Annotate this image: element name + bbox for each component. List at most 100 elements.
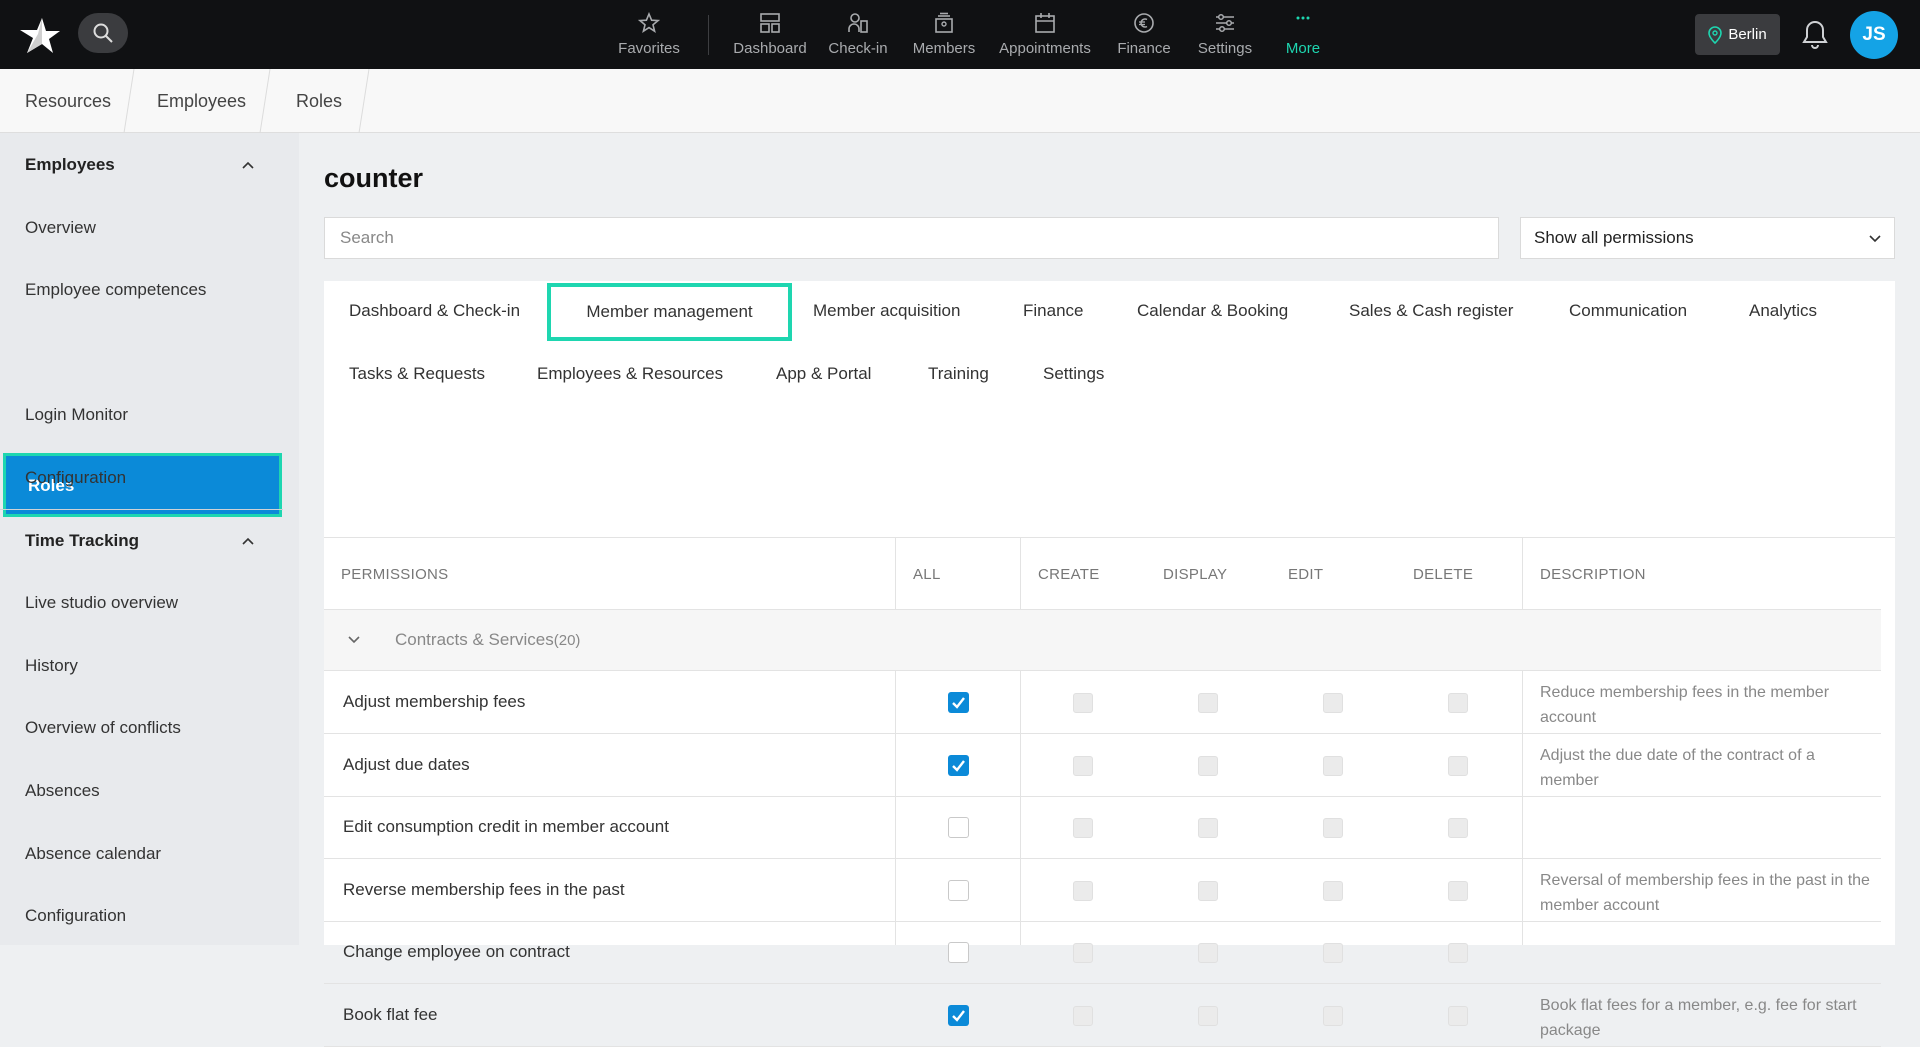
sidebar-item-absence-calendar[interactable]: Absence calendar [25,844,161,864]
delete-checkbox[interactable] [1448,818,1468,838]
sidebar-item-overview-of-conflicts[interactable]: Overview of conflicts [25,718,181,738]
tab-member-management[interactable]: Member management [547,283,792,341]
permission-name: Change employee on contract [343,942,570,961]
nav-finance[interactable]: Finance [1103,0,1185,69]
tab-training[interactable]: Training [928,364,989,384]
tab-settings[interactable]: Settings [1043,364,1104,384]
edit-checkbox[interactable] [1323,943,1343,963]
delete-checkbox[interactable] [1448,943,1468,963]
user-avatar[interactable]: JS [1850,11,1898,59]
create-checkbox[interactable] [1073,693,1093,713]
nav-more[interactable]: More [1265,0,1341,69]
main-content: counter Show all permissions Dashboard &… [299,133,1920,1047]
permission-group-row[interactable]: Contracts & Services(20) [324,609,1881,671]
nav-appointments[interactable]: Appointments [987,0,1103,69]
tab-member-management-label: Member management [586,302,753,321]
tab-sales-cash-register[interactable]: Sales & Cash register [1349,301,1513,321]
create-checkbox[interactable] [1073,880,1093,901]
breadcrumb-employees[interactable]: Employees [157,69,246,133]
display-checkbox[interactable] [1198,818,1218,838]
delete-checkbox[interactable] [1448,693,1468,713]
display-checkbox[interactable] [1198,1005,1218,1026]
breadcrumb-roles[interactable]: Roles [296,69,342,133]
group-name: Contracts & Services [395,630,554,649]
sidebar-item-history[interactable]: History [25,656,78,676]
nav-checkin-label: Check-in [828,40,888,57]
nav-dashboard[interactable]: Dashboard [725,0,815,69]
tab-finance[interactable]: Finance [1023,301,1083,321]
sidebar-item-configuration[interactable]: Configuration [25,468,126,488]
global-search-button[interactable] [78,13,128,53]
table-row: Change employee on contract [324,922,1881,984]
location-label: Berlin [1728,26,1767,43]
avatar-initials: JS [1862,24,1886,45]
nav-settings[interactable]: Settings [1185,0,1265,69]
tab-dashboard-checkin[interactable]: Dashboard & Check-in [349,301,520,321]
chevron-up-icon[interactable] [240,533,256,549]
sidebar-item-live-studio-overview[interactable]: Live studio overview [25,593,178,613]
table-row: Book flat fee Book flat fees for a member… [324,985,1881,1047]
sidebar-section-time-tracking[interactable]: Time Tracking [25,531,139,551]
tab-member-acquisition[interactable]: Member acquisition [813,301,960,321]
column-header-delete: DELETE [1413,566,1474,583]
create-checkbox[interactable] [1073,818,1093,838]
delete-checkbox[interactable] [1448,880,1468,901]
display-checkbox[interactable] [1198,755,1218,776]
create-checkbox[interactable] [1073,755,1093,776]
edit-checkbox[interactable] [1323,880,1343,901]
permission-name: Adjust due dates [343,754,470,774]
create-checkbox[interactable] [1073,1005,1093,1026]
column-header-create: CREATE [1038,566,1100,583]
chevron-up-icon[interactable] [240,157,256,173]
edit-checkbox[interactable] [1323,1005,1343,1026]
star-icon [638,12,660,33]
tab-communication[interactable]: Communication [1569,301,1687,321]
column-header-display: DISPLAY [1163,566,1228,583]
permission-filter-select[interactable]: Show all permissions [1520,217,1895,259]
tab-app-portal[interactable]: App & Portal [776,364,871,384]
sidebar-item-overview[interactable]: Overview [25,218,96,238]
tab-analytics[interactable]: Analytics [1749,301,1817,321]
permission-name: Book flat fee [343,1004,438,1024]
display-checkbox[interactable] [1198,880,1218,901]
location-selector[interactable]: Berlin [1695,14,1780,55]
display-checkbox[interactable] [1198,943,1218,963]
sidebar-item-time-configuration[interactable]: Configuration [25,906,126,926]
nav-favorites[interactable]: Favorites [606,0,692,69]
permission-description: Adjust the due date of the contract of a… [1540,746,1815,789]
all-checkbox[interactable] [948,942,969,963]
column-header-description: DESCRIPTION [1540,566,1646,583]
all-checkbox[interactable] [948,817,969,838]
all-checkbox[interactable] [948,754,969,776]
sliders-icon [1216,13,1234,33]
all-checkbox[interactable] [948,1004,969,1026]
edit-checkbox[interactable] [1323,818,1343,838]
create-checkbox[interactable] [1073,943,1093,963]
nav-checkin[interactable]: Check-in [815,0,901,69]
sidebar-section-employees[interactable]: Employees [25,155,115,175]
breadcrumb-separator [259,69,271,133]
bell-icon[interactable] [1800,19,1830,51]
permission-search-input[interactable] [324,217,1499,259]
delete-checkbox[interactable] [1448,1005,1468,1026]
permission-description: Reduce membership fees in the member acc… [1540,684,1830,726]
sidebar-item-absences[interactable]: Absences [25,781,100,801]
more-icon [1296,16,1310,20]
nav-members[interactable]: Members [901,0,987,69]
display-checkbox[interactable] [1198,693,1218,713]
delete-checkbox[interactable] [1448,755,1468,776]
logo-star-icon[interactable] [18,14,62,58]
tab-calendar-booking[interactable]: Calendar & Booking [1137,301,1288,321]
sidebar-item-employee-competences[interactable]: Employee competences [25,280,206,300]
sidebar-item-login-monitor[interactable]: Login Monitor [25,405,128,425]
chevron-down-icon[interactable] [347,633,361,647]
breadcrumb-resources[interactable]: Resources [25,69,111,133]
all-checkbox[interactable] [948,692,969,713]
tab-tasks-requests[interactable]: Tasks & Requests [349,364,485,384]
edit-checkbox[interactable] [1323,693,1343,713]
tab-employees-resources[interactable]: Employees & Resources [537,364,723,384]
sidebar: Employees Overview Employee competences … [0,133,299,945]
edit-checkbox[interactable] [1323,755,1343,776]
all-checkbox[interactable] [948,879,969,901]
euro-icon [1134,13,1154,33]
